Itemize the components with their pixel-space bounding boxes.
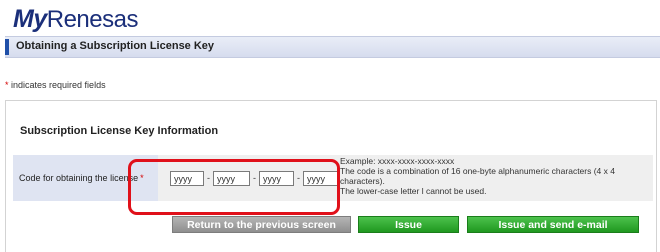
logo-brand: Renesas [46, 6, 139, 33]
myrenesas-logo[interactable]: MyRenesas [13, 6, 138, 33]
code-label: Code for obtaining the license [19, 173, 139, 183]
required-note-text: indicates required fields [8, 80, 106, 90]
issue-email-button[interactable]: Issue and send e-mail [467, 216, 639, 233]
hint-example: Example: xxxx-xxxx-xxxx-xxxx [340, 156, 455, 166]
issue-button[interactable]: Issue [358, 216, 459, 233]
page-title-bar: Obtaining a Subscription License Key [5, 36, 660, 58]
required-fields-note: * indicates required fields [5, 80, 106, 90]
page-title: Obtaining a Subscription License Key [16, 40, 215, 52]
return-button[interactable]: Return to the previous screen [172, 216, 351, 233]
code-input-highlight [128, 159, 340, 215]
hint-lowercase: The lower-case letter l cannot be used. [340, 186, 487, 196]
title-accent-bar [5, 39, 9, 55]
code-hint: Example: xxxx-xxxx-xxxx-xxxx The code is… [340, 156, 625, 196]
section-title: Subscription License Key Information [20, 125, 219, 137]
hint-combination: The code is a combination of 16 one-byte… [340, 166, 615, 186]
logo-my: My [13, 5, 47, 33]
